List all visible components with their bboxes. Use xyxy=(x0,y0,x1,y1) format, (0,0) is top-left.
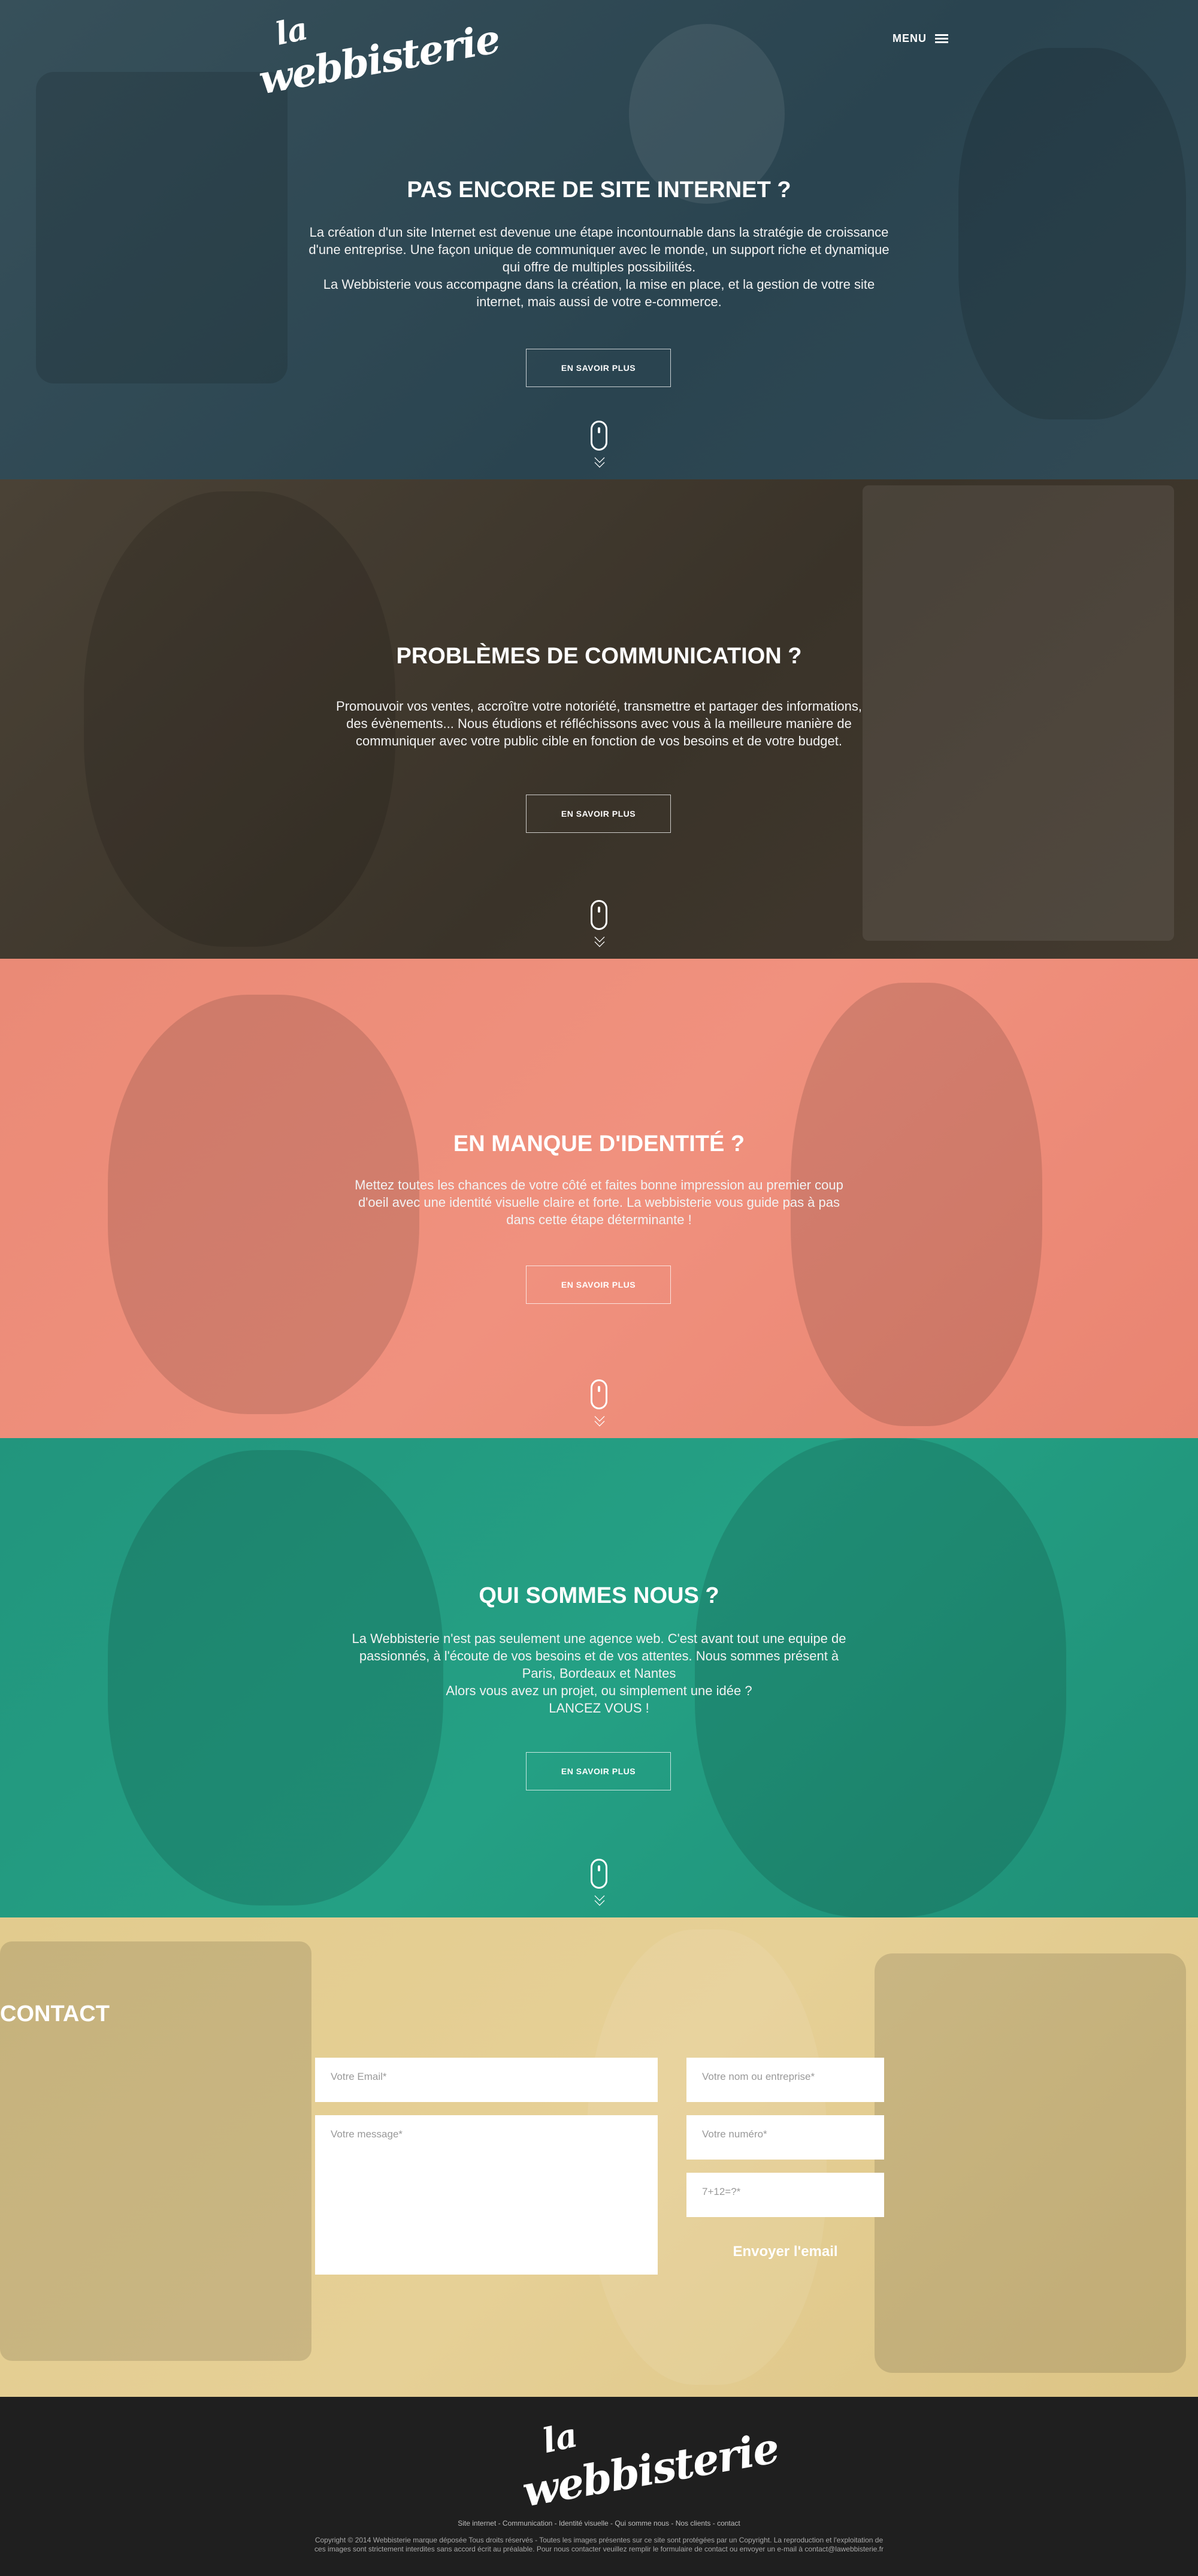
captcha-field[interactable]: 7+12=?* xyxy=(686,2173,884,2217)
footer-logo[interactable]: la webbisterie xyxy=(519,2415,782,2517)
logo-small-text: la xyxy=(539,2415,581,2462)
scroll-down-icon[interactable] xyxy=(588,1379,610,1433)
scroll-down-icon[interactable] xyxy=(588,1859,610,1913)
section-title: EN MANQUE D'IDENTITÉ ? xyxy=(453,1131,745,1156)
section-description: Promouvoir vos ventes, accroître votre n… xyxy=(336,699,862,748)
hamburger-icon xyxy=(935,34,948,44)
section-title: PAS ENCORE DE SITE INTERNET ? xyxy=(407,177,791,203)
contact-title: CONTACT xyxy=(0,2001,110,2027)
hero-section-identity: EN MANQUE D'IDENTITÉ ? Mettez toutes les… xyxy=(0,959,1198,1438)
logo-small-text: la xyxy=(272,10,311,53)
section-title: QUI SOMMES NOUS ? xyxy=(479,1583,719,1608)
mouse-icon xyxy=(591,900,607,930)
section-description: La Webbisterie n'est pas seulement une a… xyxy=(352,1631,846,1716)
learn-more-button[interactable]: EN SAVOIR PLUS xyxy=(526,1752,671,1790)
email-field[interactable]: Votre Email* xyxy=(315,2058,658,2102)
learn-more-button[interactable]: EN SAVOIR PLUS xyxy=(526,1266,671,1304)
section-description: La création d'un site Internet est deven… xyxy=(308,225,890,309)
background-photo-person xyxy=(629,24,785,204)
send-email-button[interactable]: Envoyer l'email xyxy=(686,2235,884,2269)
hero-section-communication: PROBLÈMES DE COMMUNICATION ? Promouvoir … xyxy=(0,479,1198,959)
menu-button[interactable]: MENU xyxy=(893,32,948,45)
section-description: Mettez toutes les chances de votre côté … xyxy=(355,1177,843,1227)
mouse-icon xyxy=(591,1379,607,1409)
scroll-down-icon[interactable] xyxy=(588,421,610,475)
learn-more-button[interactable]: EN SAVOIR PLUS xyxy=(526,795,671,833)
hero-section-website: la webbisterie MENU PAS ENCORE DE SITE I… xyxy=(0,0,1198,479)
background-photo-person-right xyxy=(958,48,1186,419)
hero-section-about: QUI SOMMES NOUS ? La Webbisterie n'est p… xyxy=(0,1438,1198,1917)
background-photo-shelves xyxy=(36,72,288,383)
mouse-icon xyxy=(591,1859,607,1889)
footer-nav[interactable]: Site internet - Communication - Identité… xyxy=(0,2519,1198,2527)
section-title: PROBLÈMES DE COMMUNICATION ? xyxy=(396,644,802,669)
footer-copyright: Copyright © 2014 Webbisterie marque dépo… xyxy=(314,2536,884,2553)
message-field[interactable]: Votre message* xyxy=(315,2115,658,2275)
mouse-icon xyxy=(591,421,607,451)
site-logo[interactable]: la webbisterie xyxy=(255,8,503,104)
scroll-down-icon[interactable] xyxy=(588,900,610,954)
learn-more-button[interactable]: EN SAVOIR PLUS xyxy=(526,349,671,387)
footer: la webbisterie Site internet - Communica… xyxy=(0,2397,1198,2576)
name-field[interactable]: Votre nom ou entreprise* xyxy=(686,2058,884,2102)
phone-field[interactable]: Votre numéro* xyxy=(686,2115,884,2160)
menu-label: MENU xyxy=(893,32,927,44)
